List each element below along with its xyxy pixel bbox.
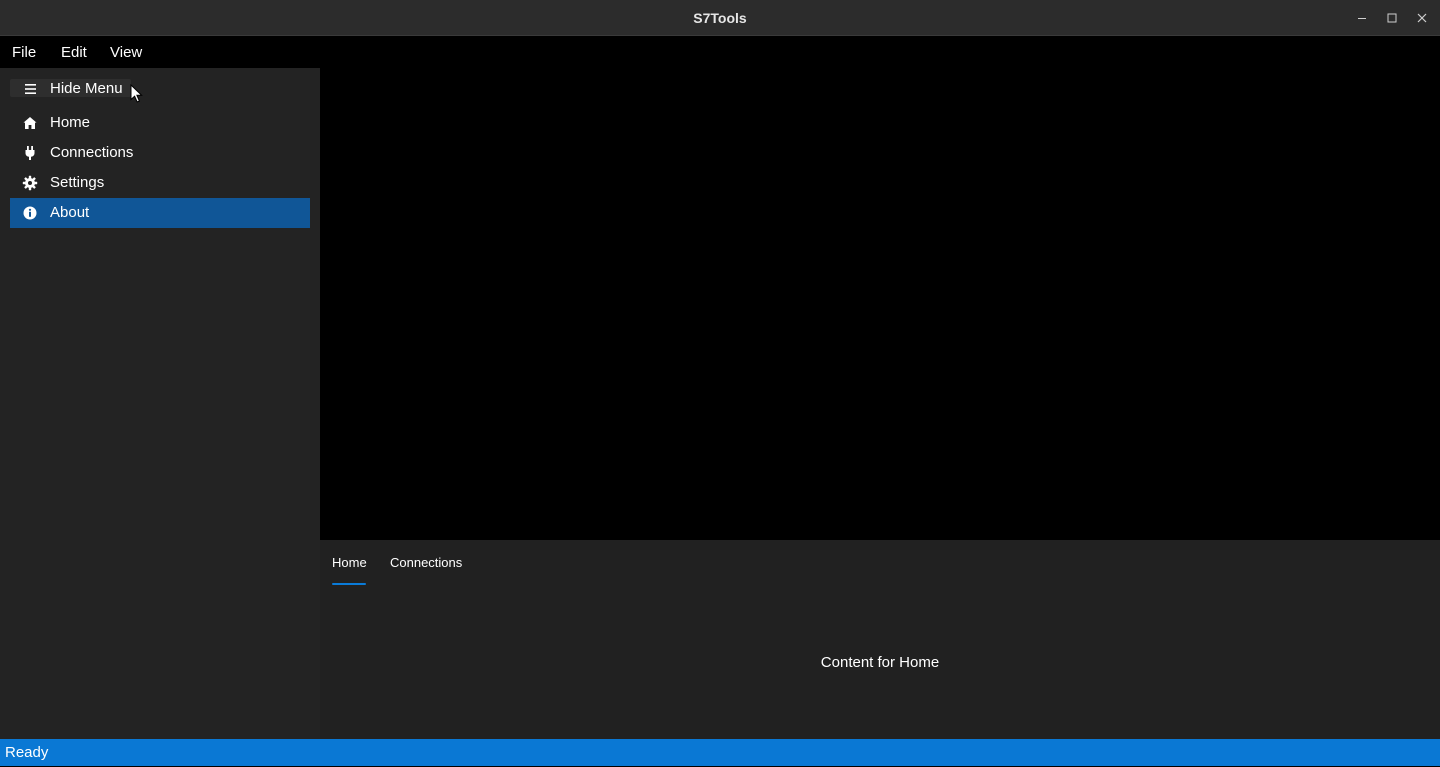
title-bar[interactable]: S7Tools	[0, 0, 1440, 36]
maximize-icon	[1387, 13, 1397, 23]
gear-icon	[22, 175, 38, 191]
menu-file[interactable]: File	[10, 36, 38, 68]
hide-menu-button[interactable]: Hide Menu	[10, 79, 131, 97]
hide-menu-label: Hide Menu	[50, 80, 123, 97]
menu-edit[interactable]: Edit	[59, 36, 89, 68]
tab-content-text: Content for Home	[820, 654, 940, 671]
info-icon	[23, 206, 37, 220]
sidebar-item-connections[interactable]: Connections	[10, 138, 310, 168]
sidebar-item-about[interactable]: About	[10, 198, 310, 228]
mouse-cursor-icon	[130, 84, 143, 103]
hamburger-icon	[25, 84, 36, 94]
app-window: S7Tools File Edit View Hide Menu Home Co…	[0, 0, 1440, 766]
sidebar-item-label: Connections	[50, 144, 134, 161]
sidebar-item-label: Home	[50, 114, 91, 131]
menu-bar: File Edit View	[0, 36, 1440, 68]
minimize-button[interactable]	[1352, 8, 1372, 28]
close-button[interactable]	[1412, 8, 1432, 28]
sidebar-item-settings[interactable]: Settings	[10, 168, 310, 198]
sidebar-item-home[interactable]: Home	[10, 108, 310, 138]
main-content-area	[320, 68, 1440, 540]
close-icon	[1417, 13, 1427, 23]
tab-connections[interactable]: Connections	[390, 554, 462, 586]
maximize-button[interactable]	[1382, 8, 1402, 28]
home-icon	[23, 117, 37, 129]
active-tab-indicator	[332, 583, 366, 585]
minimize-icon	[1358, 18, 1366, 19]
plug-icon	[25, 146, 35, 160]
sidebar-item-label: About	[50, 204, 90, 221]
sidebar-item-label: Settings	[50, 174, 105, 191]
status-bar: Ready	[0, 739, 1440, 766]
tab-home[interactable]: Home	[332, 554, 367, 586]
sidebar: Hide Menu Home Connections Settings Abou…	[0, 68, 320, 739]
menu-view[interactable]: View	[108, 36, 144, 68]
window-title: S7Tools	[693, 10, 747, 26]
bottom-panel: Home Connections Content for Home	[320, 540, 1440, 739]
status-text: Ready	[5, 744, 49, 761]
